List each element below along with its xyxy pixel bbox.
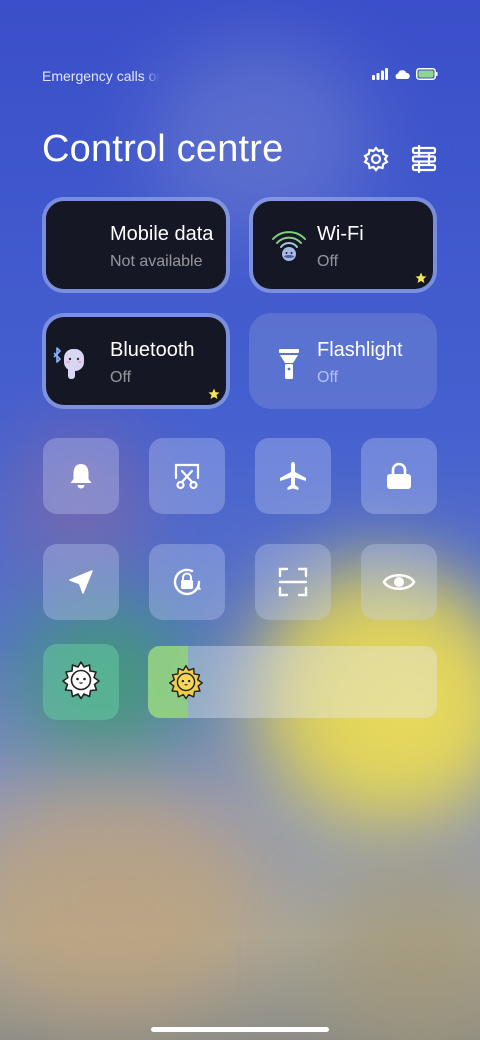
flashlight-tile[interactable]: Flashlight Off [249,313,437,409]
screenshot-toggle[interactable] [149,438,225,514]
scan-icon [277,566,309,598]
rotation-lock-toggle[interactable] [149,544,225,620]
lock-screen-toggle[interactable] [361,438,437,514]
flashlight-label: Flashlight [317,339,403,361]
carrier-text: Emergency calls only [42,68,160,84]
flashlight-icon [277,343,313,383]
auto-brightness-icon [61,660,101,705]
wifi-label: Wi-Fi [317,223,364,245]
bluetooth-icon [48,343,84,383]
mobile-data-label: Mobile data [110,223,214,245]
star-icon [208,387,220,399]
ringer-toggle[interactable] [43,438,119,514]
status-bar: Emergency calls only [42,66,438,86]
brightness-sun-icon[interactable] [168,664,204,700]
brightness-slider[interactable] [148,646,437,718]
bluetooth-label: Bluetooth [110,339,195,361]
wifi-icon [271,227,307,267]
mobile-data-tile[interactable]: Mobile data Not available [42,197,230,293]
lock-icon [385,461,413,491]
bell-icon [66,461,96,491]
battery-icon [416,67,438,85]
flashlight-status: Off [317,369,339,386]
location-toggle[interactable] [43,544,119,620]
gear-icon[interactable] [362,145,390,173]
reading-mode-toggle[interactable] [361,544,437,620]
scanner-toggle[interactable] [255,544,331,620]
wifi-tile[interactable]: Wi-Fi Off [249,197,437,293]
airplane-mode-toggle[interactable] [255,438,331,514]
auto-brightness-button[interactable] [43,644,119,720]
bluetooth-tile[interactable]: Bluetooth Off [42,313,230,409]
page-title: Control centre [42,128,284,170]
airplane-icon [277,460,309,492]
mobile-data-icon [46,201,106,289]
star-icon [415,271,427,283]
cloud-icon [394,67,410,85]
signal-bars-icon [372,67,388,85]
screenshot-cut-icon [172,461,202,491]
mobile-data-status: Not available [110,253,203,270]
eye-icon [382,569,416,595]
wifi-status: Off [317,253,339,270]
bluetooth-status: Off [110,369,132,386]
rotation-lock-icon [168,563,206,601]
location-arrow-icon [66,567,96,597]
edit-list-icon[interactable] [410,144,438,174]
home-indicator[interactable] [151,1027,329,1032]
